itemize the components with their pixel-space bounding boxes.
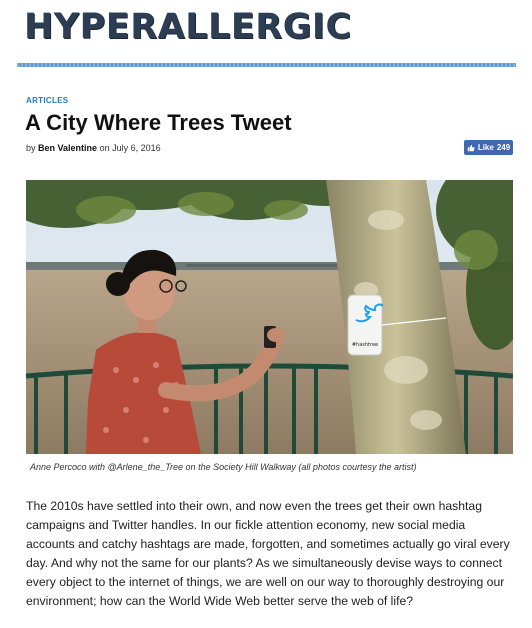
article-body: The 2010s have settled into their own, a… xyxy=(26,497,516,611)
like-label: Like xyxy=(477,143,494,152)
category-link[interactable]: ARTICLES xyxy=(26,96,68,105)
like-count: 249 xyxy=(496,143,511,152)
article-title: A City Where Trees Tweet xyxy=(25,110,292,135)
masthead-container: HYPERALLERGIC xyxy=(24,10,508,56)
thumbs-up-icon xyxy=(467,144,475,151)
author-link[interactable]: Ben Valentine xyxy=(38,143,97,153)
byline-prefix: by xyxy=(26,143,36,153)
byline: by Ben Valentine on July 6, 2016 xyxy=(26,143,161,153)
publish-date: July 6, 2016 xyxy=(112,143,161,153)
site-logo[interactable]: HYPERALLERGIC xyxy=(24,10,352,45)
facebook-like-button[interactable]: Like 249 xyxy=(464,140,513,155)
photo-caption: Anne Percoco with @Arlene_the_Tree on th… xyxy=(30,462,417,472)
photo-illustration: #hashtree xyxy=(26,180,513,454)
tree-tag-text: #hashtree xyxy=(352,342,378,348)
date-prefix: on xyxy=(99,143,110,153)
body-paragraph: The 2010s have settled into their own, a… xyxy=(26,499,510,608)
masthead-divider xyxy=(17,63,516,67)
article-photo: #hashtree xyxy=(26,180,513,454)
